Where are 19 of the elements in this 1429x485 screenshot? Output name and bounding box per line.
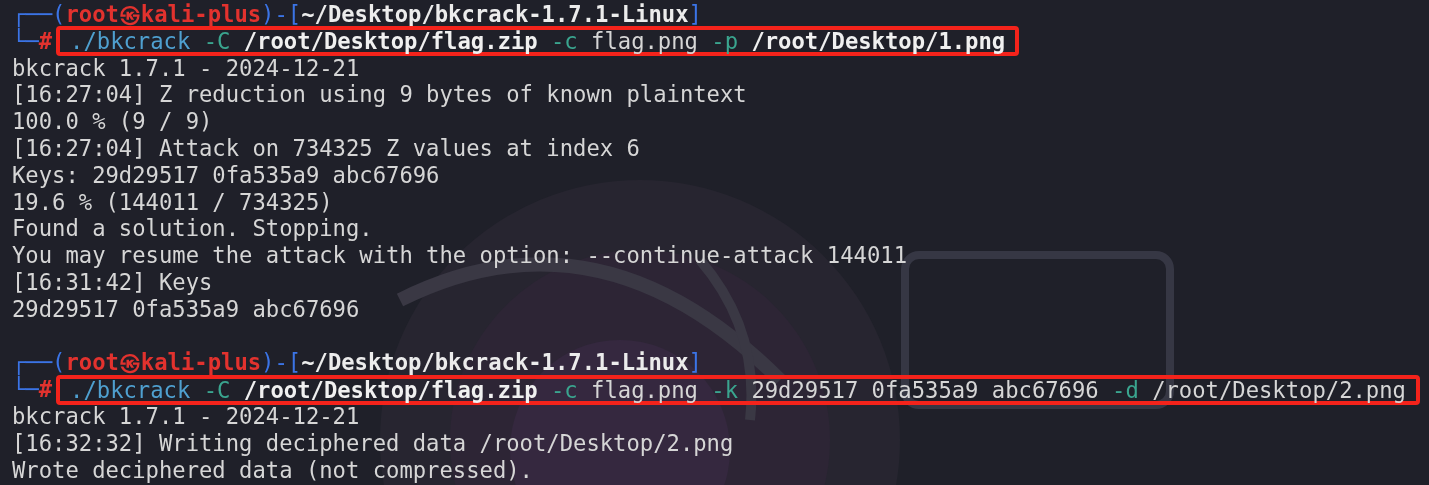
output-line: Keys: 29d29517 0fa535a9 abc67696	[12, 161, 440, 189]
output-line: 29d29517 0fa535a9 abc67696	[12, 295, 360, 323]
output-line: 19.6 % (144011 / 734325)	[12, 188, 333, 216]
output-line: bkcrack 1.7.1 - 2024-12-21	[12, 54, 360, 82]
output-line: [16:32:32] Writing deciphered data /root/Desktop/2.png	[12, 429, 734, 457]
output-line: You may resume the attack with the option: --continue-attack 144011	[12, 242, 907, 269]
highlighted-command: ./bkcrack -C /root/Desktop/flag.zip -c flag.png -k 29d29517 0fa535a9 abc67696 -d /root/Desktop/2.png	[56, 374, 1420, 405]
output-line: [16:31:42] Keys	[12, 268, 213, 296]
prompt-marker: └─#	[12, 376, 53, 403]
output-line: Wrote deciphered data (not compressed).	[12, 456, 533, 484]
output-line: [16:27:04] Attack on 734325 Z values at index 6	[12, 135, 640, 162]
prompt-line: ┌──(root㉿kali-plus)-[~/Desktop/bkcrack-1.7.1-Linux]	[12, 1, 702, 28]
prompt-line: ┌──(root㉿kali-plus)-[~/Desktop/bkcrack-1.7.1-Linux]	[12, 349, 702, 376]
highlighted-command: ./bkcrack -C /root/Desktop/flag.zip -c flag.png -p /root/Desktop/1.png	[56, 26, 1020, 57]
output-line: bkcrack 1.7.1 - 2024-12-21	[12, 402, 360, 430]
output-line: Found a solution. Stopping.	[12, 215, 373, 243]
prompt-marker: └─#	[12, 27, 53, 55]
output-line: [16:27:04] Z reduction using 9 bytes of known plaintext	[12, 81, 747, 109]
output-line: 100.0 % (9 / 9)	[12, 108, 213, 135]
